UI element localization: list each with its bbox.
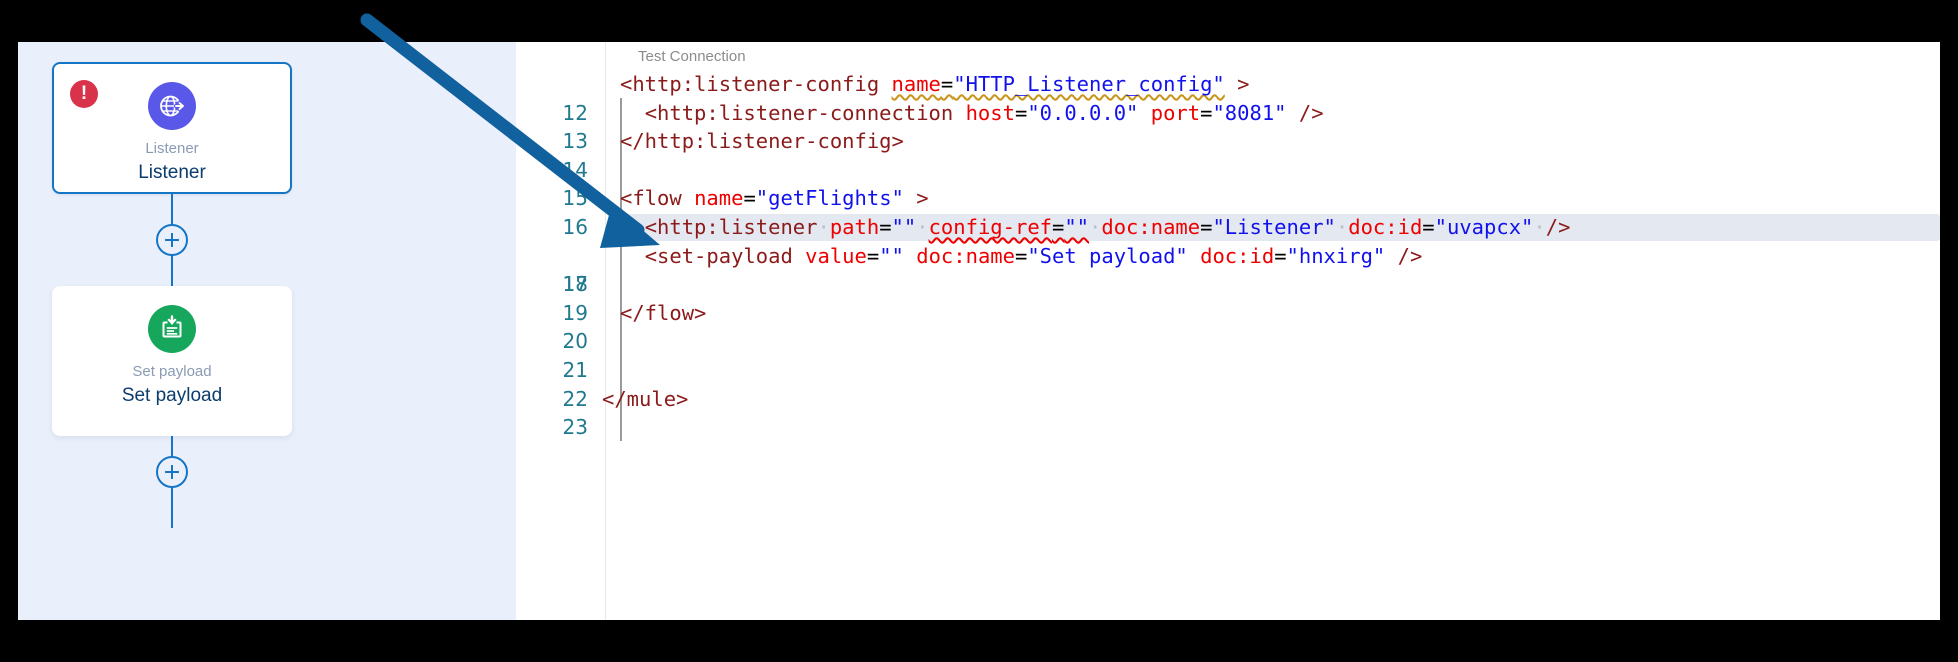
error-badge-icon[interactable]: ! xyxy=(70,80,98,108)
add-component-button[interactable] xyxy=(156,224,188,256)
flow-node-type-label: Listener xyxy=(145,140,199,157)
code-line[interactable]: 12 <http:listener-config name="HTTP_List… xyxy=(516,70,1940,125)
code-line-text: <http:listener·path=""·config-ref=""·doc… xyxy=(644,214,1571,239)
code-line[interactable]: 18 <set-payload value="" doc:name="Set p… xyxy=(516,242,1940,297)
line-number: 23 xyxy=(562,415,588,440)
code-line-text: <http:listener-connection host="0.0.0.0"… xyxy=(644,100,1324,125)
flow-canvas-panel: ! Listener Listener Set payload Set payl… xyxy=(18,42,516,620)
code-line[interactable]: 23 </mule> xyxy=(516,385,1940,440)
code-line[interactable]: 20 </flow> xyxy=(516,299,1940,354)
flow-node-set-payload[interactable]: Set payload Set payload xyxy=(52,286,292,436)
code-line-text: <flow name="getFlights" > xyxy=(620,186,929,211)
code-line[interactable]: 14 </http:listener-config> xyxy=(516,127,1940,182)
code-line[interactable]: 21 xyxy=(516,327,1940,382)
flow-node-listener[interactable]: ! Listener Listener xyxy=(52,62,292,194)
test-connection-codelens[interactable]: Test Connection xyxy=(638,48,746,65)
code-line[interactable]: 19 xyxy=(516,270,1940,325)
code-line[interactable]: 22 xyxy=(516,356,1940,411)
globe-arrow-icon xyxy=(148,82,196,130)
code-line[interactable]: 13 <http:listener-connection host="0.0.0… xyxy=(516,99,1940,154)
flow-node-name-label: Set payload xyxy=(121,385,223,406)
code-line-text: </flow> xyxy=(620,300,707,325)
flow-node-type-label: Set payload xyxy=(132,363,212,380)
code-line-text: </mule> xyxy=(602,386,689,411)
code-line[interactable]: 15 xyxy=(516,156,1940,210)
add-component-button[interactable] xyxy=(156,456,188,488)
set-payload-icon xyxy=(148,305,196,353)
code-line-text: <set-payload value="" doc:name="Set payl… xyxy=(644,243,1423,268)
code-lines-container[interactable]: 12 <http:listener-config name="HTTP_List… xyxy=(516,70,1940,620)
screenshot-root: ! Listener Listener Set payload Set payl… xyxy=(0,0,1958,662)
code-line-text: </http:listener-config> xyxy=(620,129,904,154)
code-line[interactable]: 17 <http:listener·path=""·config-ref=""·… xyxy=(516,213,1940,296)
code-line-text: <http:listener-config name="HTTP_Listene… xyxy=(620,72,1250,96)
xml-code-editor[interactable]: Test Connection 12 <http:listener-config… xyxy=(516,42,1940,620)
code-line[interactable]: 16 <flow name="getFlights" > xyxy=(516,184,1940,239)
flow-node-name-label: Listener xyxy=(138,162,206,183)
